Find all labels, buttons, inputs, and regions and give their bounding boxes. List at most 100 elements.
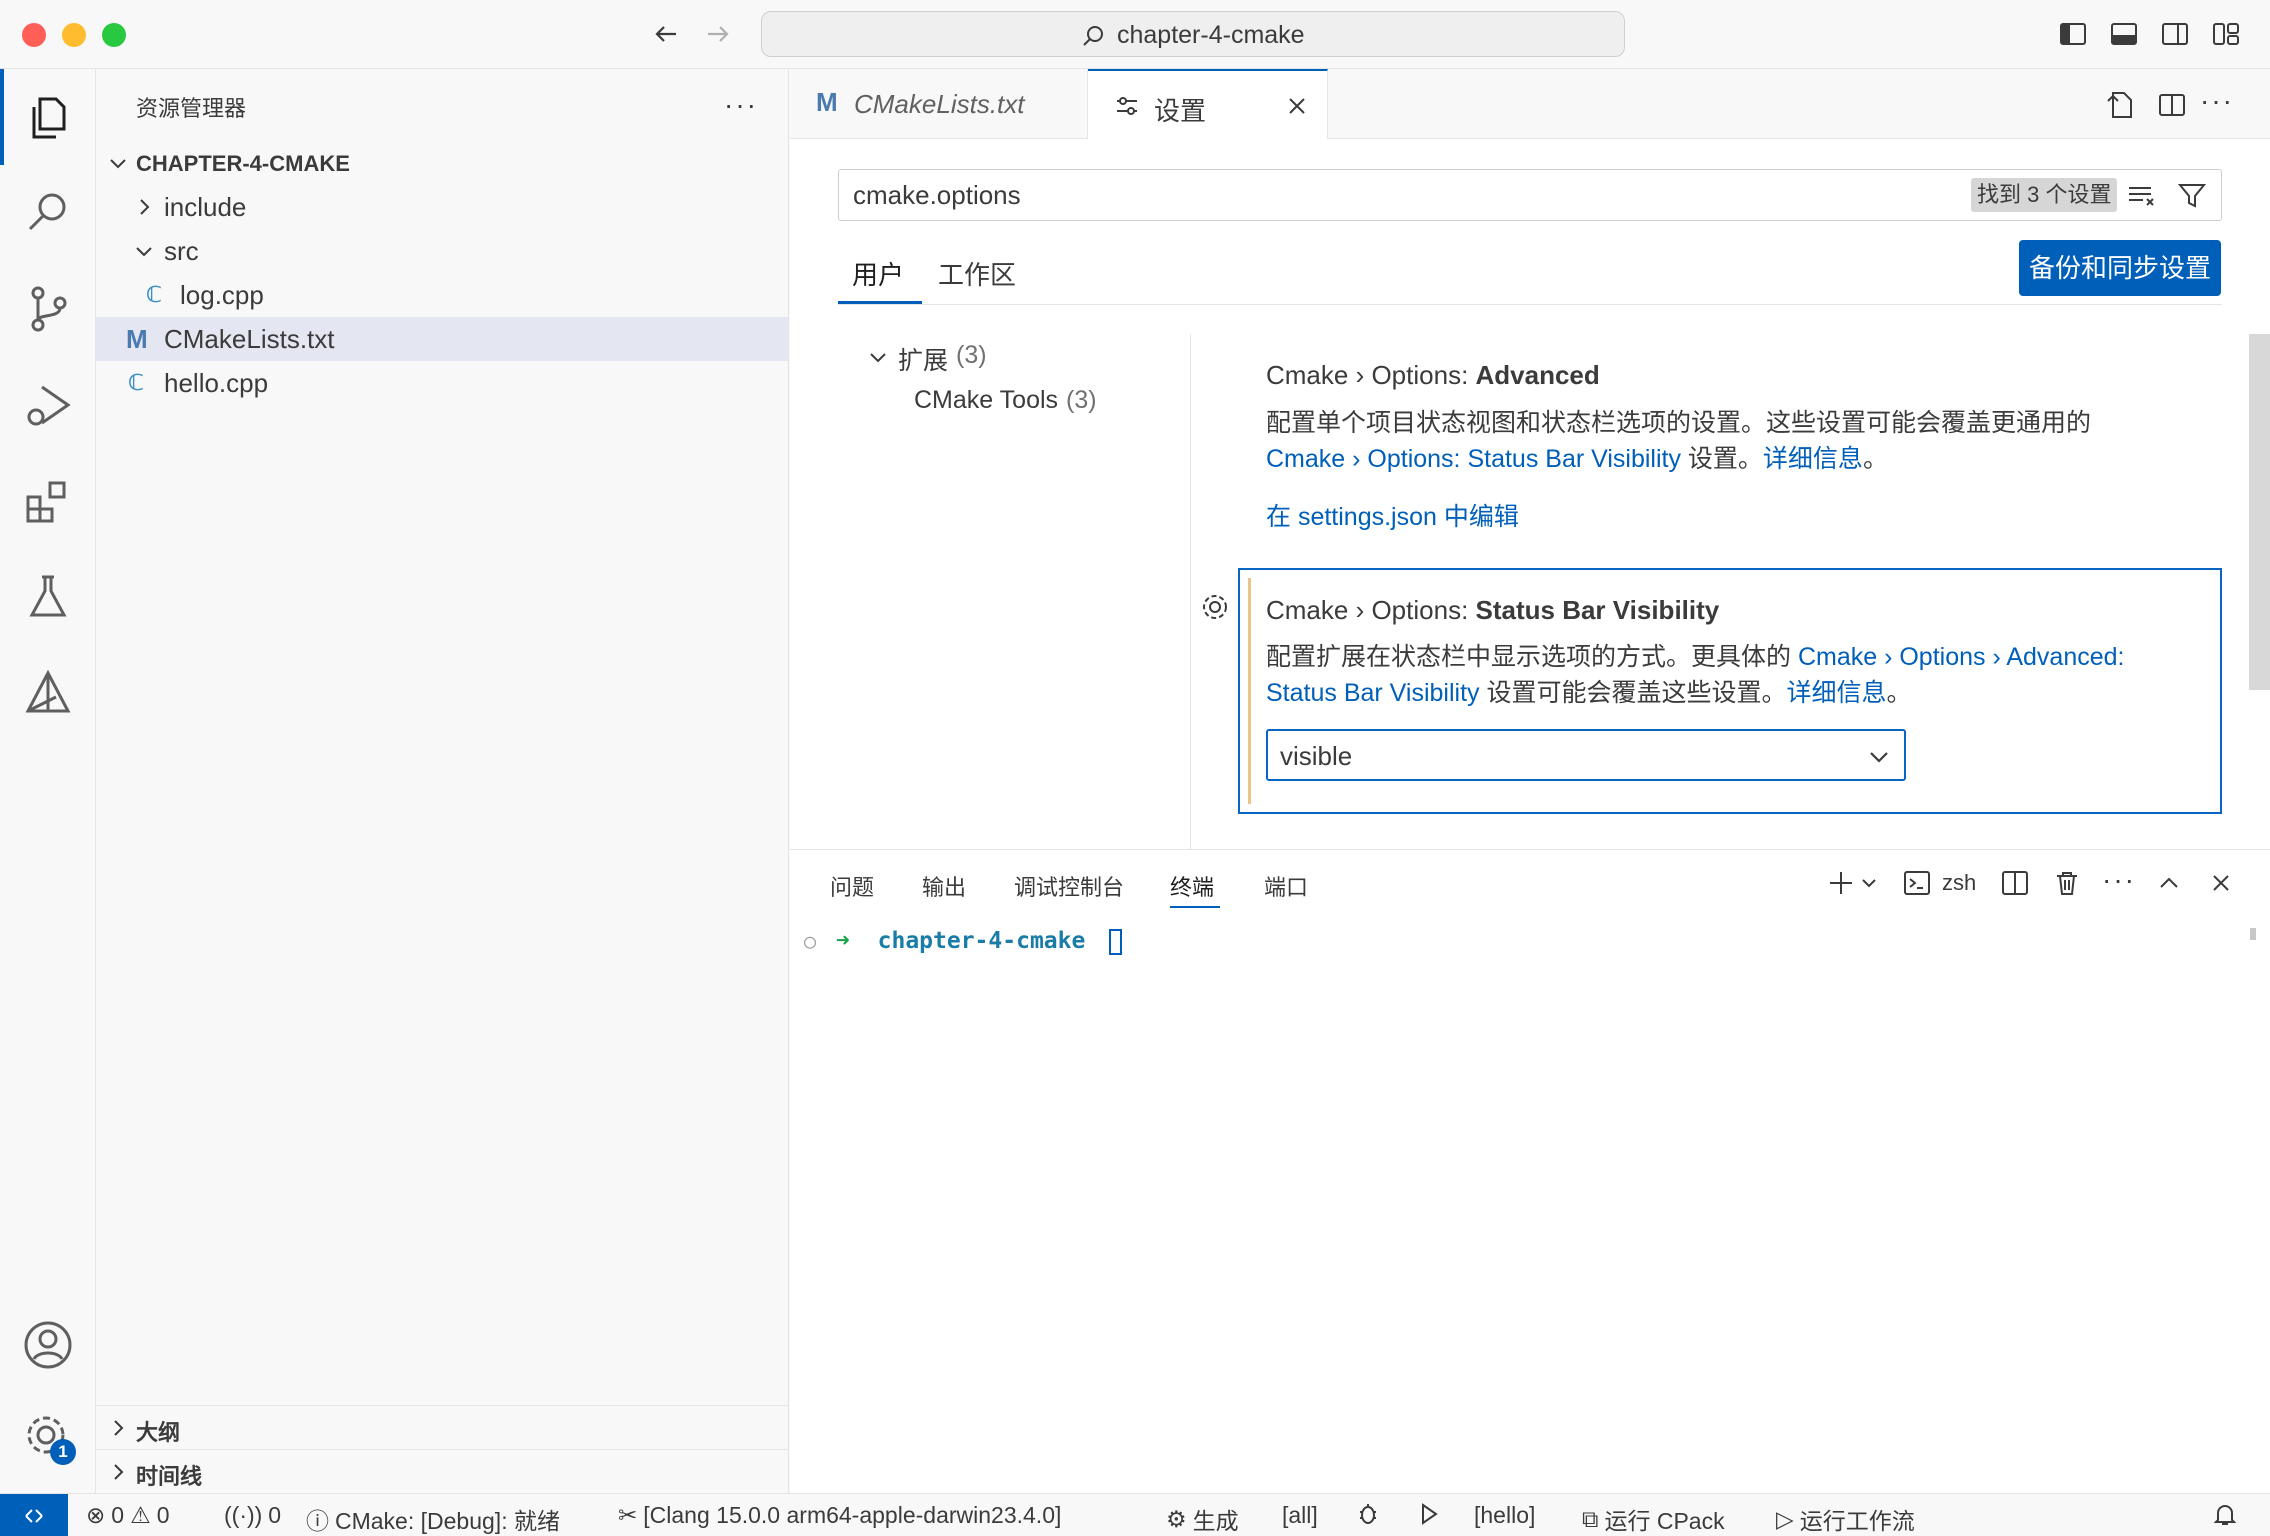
backup-sync-button[interactable]: 备份和同步设置: [2019, 240, 2221, 296]
cmake-status[interactable]: ⓘ CMake: [Debug]: 就绪: [306, 1502, 560, 1536]
debug-icon[interactable]: [1356, 1502, 1380, 1526]
visibility-select[interactable]: visible: [1266, 729, 1906, 781]
cmake-icon[interactable]: [20, 665, 76, 721]
explorer-icon[interactable]: [20, 89, 76, 145]
workflow-button[interactable]: ▷ 运行工作流: [1776, 1502, 1915, 1536]
open-settings-json-icon[interactable]: [2104, 89, 2136, 121]
more-actions-icon[interactable]: ···: [724, 89, 758, 121]
advanced-setting-link-cont[interactable]: Status Bar Visibility: [1266, 679, 1480, 707]
launch-target[interactable]: [hello]: [1474, 1502, 1535, 1529]
warning-count: 0: [156, 1502, 170, 1528]
minimize-window-button[interactable]: [62, 23, 86, 47]
active-indicator: [0, 69, 4, 165]
toggle-primary-sidebar-icon[interactable]: [2057, 18, 2089, 50]
tree-item-include[interactable]: include: [96, 185, 788, 229]
tree-item-src[interactable]: src: [96, 229, 788, 273]
tab-cmakelists[interactable]: M CMakeLists.txt: [790, 69, 1088, 139]
panel-tab-output[interactable]: 输出: [922, 870, 966, 902]
scope-tab-user[interactable]: 用户: [852, 255, 904, 292]
panel-tab-problems[interactable]: 问题: [830, 870, 874, 902]
tab-settings[interactable]: 设置: [1088, 69, 1328, 139]
manage-gear-icon[interactable]: 1: [20, 1409, 76, 1465]
back-arrow-icon[interactable]: [650, 18, 682, 50]
new-terminal-plus-icon[interactable]: [1826, 868, 1856, 898]
more-actions-icon[interactable]: ···: [2102, 864, 2136, 896]
tree-item-hello-cpp[interactable]: ℂ hello.cpp: [96, 361, 788, 405]
root-folder[interactable]: CHAPTER-4-CMAKE: [96, 141, 788, 185]
toggle-panel-icon[interactable]: [2108, 18, 2140, 50]
chevron-up-icon[interactable]: [2156, 870, 2182, 896]
terminal-prompt[interactable]: ○ ➜ chapter-4-cmake: [804, 928, 1123, 955]
tree-item-label: log.cpp: [180, 280, 264, 310]
toc-group-extensions[interactable]: 扩展 (3): [866, 341, 1166, 381]
prompt-directory: chapter-4-cmake: [877, 928, 1086, 954]
customize-layout-icon[interactable]: [2210, 18, 2242, 50]
setting-status-bar-title: Cmake › Options: Status Bar Visibility: [1266, 595, 1719, 626]
cpack-label: 运行 CPack: [1604, 1508, 1725, 1534]
trash-icon[interactable]: [2052, 868, 2082, 898]
panel-tab-terminal[interactable]: 终端: [1170, 870, 1214, 902]
account-icon[interactable]: [20, 1317, 76, 1373]
chevron-right-icon: [140, 199, 150, 215]
editor-scrollbar[interactable]: [2249, 334, 2270, 690]
command-center[interactable]: chapter-4-cmake: [761, 11, 1625, 57]
cpack-button[interactable]: ⧉ 运行 CPack: [1582, 1502, 1725, 1536]
edit-in-settings-json-link[interactable]: 在 settings.json 中编辑: [1266, 497, 1519, 533]
desc-text: 配置单个项目状态视图和状态栏选项的设置。这些设置可能会覆盖更通用的: [1266, 409, 2092, 437]
tree-item-cmakelists[interactable]: M CMakeLists.txt: [96, 317, 788, 361]
build-button[interactable]: ⚙ 生成: [1166, 1502, 1239, 1536]
filter-icon[interactable]: [2177, 181, 2207, 211]
search-icon[interactable]: [20, 185, 76, 241]
gear-icon: ⚙: [1166, 1505, 1187, 1532]
select-value: visible: [1280, 741, 1353, 771]
ports-indicator[interactable]: ((·)) 0: [224, 1502, 281, 1529]
close-panel-icon[interactable]: [2208, 870, 2234, 896]
source-control-icon[interactable]: [20, 281, 76, 337]
modified-indicator: [1248, 578, 1251, 804]
advanced-setting-link[interactable]: Cmake › Options › Advanced:: [1798, 643, 2125, 671]
toc-item-cmake-tools[interactable]: CMake Tools (3): [914, 386, 1174, 426]
forward-arrow-icon[interactable]: [702, 18, 734, 50]
remote-indicator[interactable]: [0, 1494, 68, 1536]
close-icon[interactable]: [1284, 93, 1310, 119]
panel-tab-debug-console[interactable]: 调试控制台: [1014, 870, 1124, 902]
more-info-link[interactable]: 详细信息: [1786, 679, 1886, 707]
tree-item-label: hello.cpp: [164, 368, 269, 398]
problems-indicator[interactable]: ⊗ 0 ⚠ 0: [86, 1502, 170, 1529]
more-actions-icon[interactable]: ···: [2200, 85, 2234, 117]
extensions-icon[interactable]: [20, 473, 76, 529]
cmake-kit[interactable]: ✂ [Clang 15.0.0 arm64-apple-darwin23.4.0]: [618, 1502, 1061, 1529]
terminal-name[interactable]: zsh: [1942, 870, 1976, 896]
maximize-window-button[interactable]: [102, 23, 126, 47]
scope-tab-workspace[interactable]: 工作区: [938, 255, 1016, 292]
activity-bar: 1: [0, 69, 96, 1493]
prompt-circle-icon: ○: [804, 929, 817, 953]
terminal-scrollbar[interactable]: [2250, 928, 2256, 940]
remote-icon: [25, 1509, 43, 1523]
close-window-button[interactable]: [22, 23, 46, 47]
clear-filter-icon[interactable]: [2127, 182, 2157, 210]
toggle-secondary-sidebar-icon[interactable]: [2159, 18, 2191, 50]
split-terminal-icon[interactable]: [2000, 868, 2030, 898]
status-bar-visibility-link[interactable]: Cmake › Options: Status Bar Visibility: [1266, 445, 1681, 473]
setting-gear-icon[interactable]: [1200, 592, 1230, 622]
settings-search-input[interactable]: cmake.options 找到 3 个设置: [838, 169, 2222, 221]
outline-section[interactable]: 大纲: [96, 1405, 788, 1449]
testing-icon[interactable]: [20, 569, 76, 625]
toc-item-count: (3): [1066, 386, 1097, 414]
notifications-bell-icon[interactable]: [2212, 1502, 2238, 1528]
command-center-label: chapter-4-cmake: [1117, 21, 1305, 49]
run-debug-icon[interactable]: [20, 377, 76, 433]
desc-text: 配置扩展在状态栏中显示选项的方式。更具体的: [1266, 643, 1798, 671]
tab-label: CMakeLists.txt: [854, 89, 1025, 119]
chevron-down-icon[interactable]: [1860, 874, 1878, 892]
run-icon[interactable]: [1418, 1502, 1440, 1526]
timeline-section[interactable]: 时间线: [96, 1449, 788, 1493]
split-editor-icon[interactable]: [2156, 89, 2188, 121]
build-label: 生成: [1192, 1508, 1239, 1534]
setting-prefix: Cmake › Options:: [1266, 595, 1476, 625]
panel-tab-ports[interactable]: 端口: [1264, 870, 1308, 902]
tree-item-log-cpp[interactable]: ℂ log.cpp: [96, 273, 788, 317]
build-target[interactable]: [all]: [1282, 1502, 1318, 1529]
more-info-link[interactable]: 详细信息: [1763, 445, 1863, 473]
